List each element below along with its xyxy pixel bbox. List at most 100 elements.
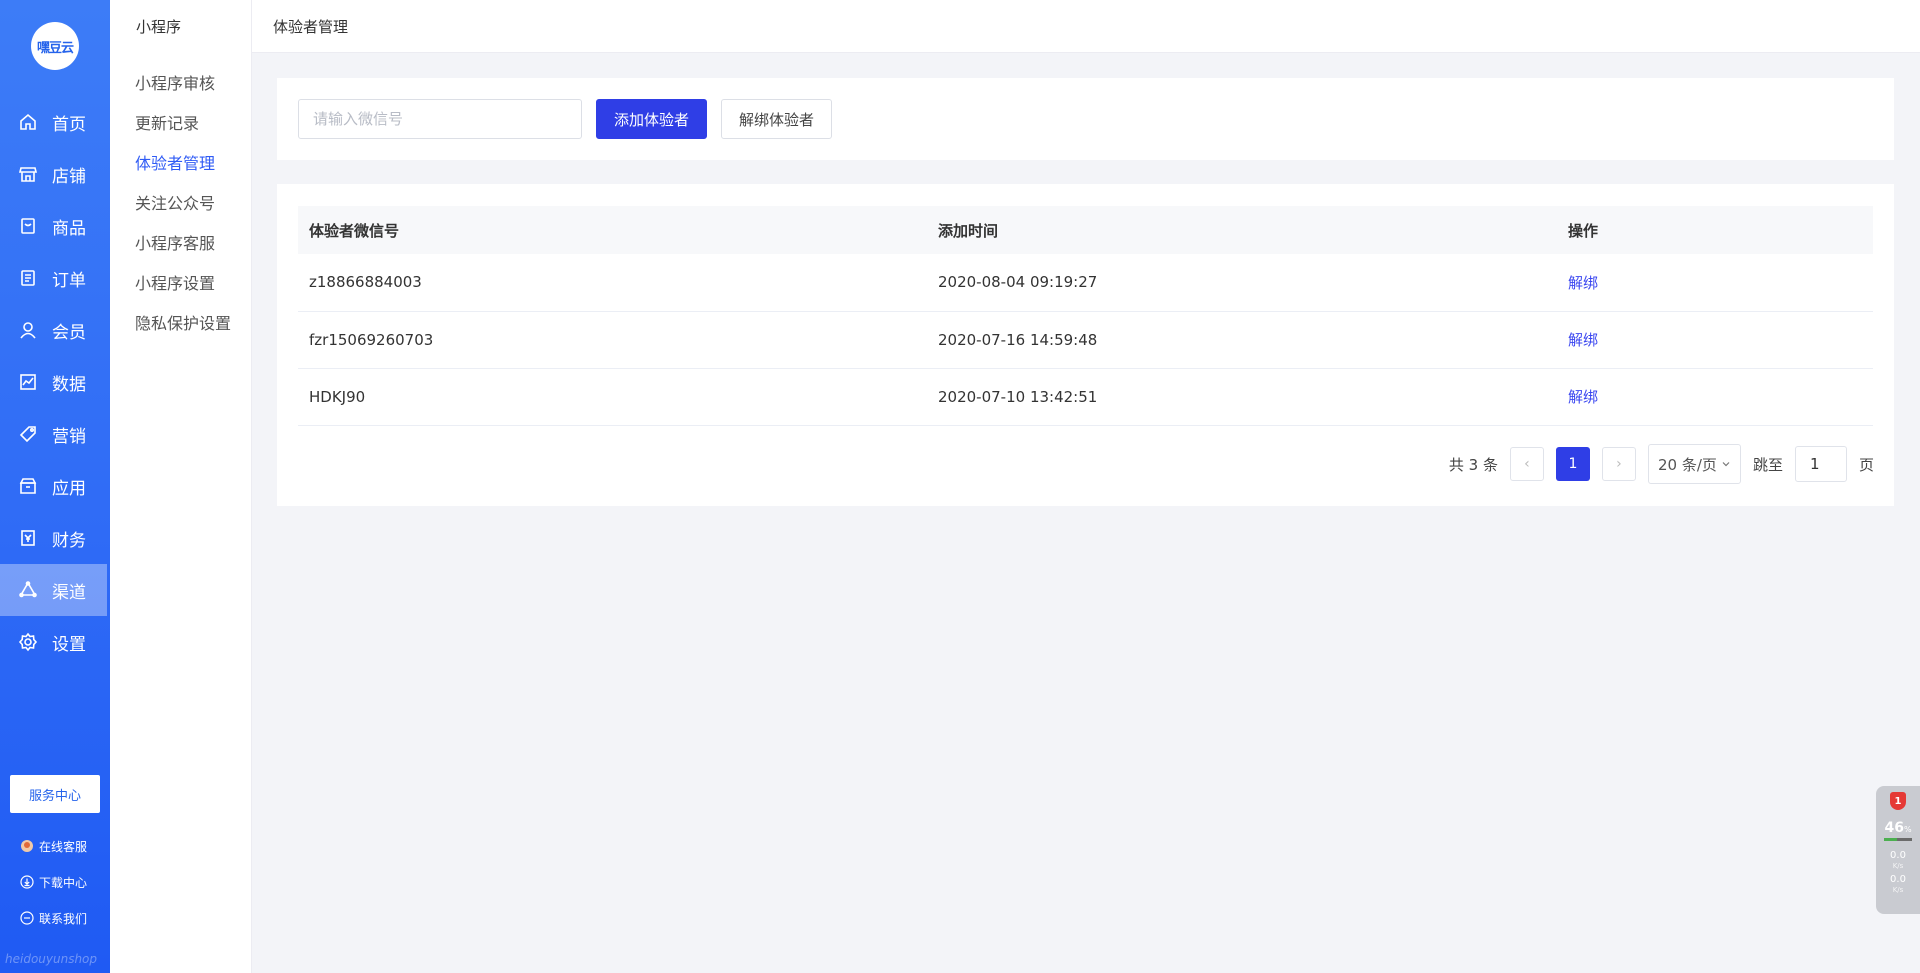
contact-us-link[interactable]: 联系我们 bbox=[20, 900, 87, 936]
table-row: fzr15069260703 2020-07-16 14:59:48 解绑 bbox=[298, 311, 1873, 369]
chevron-right-icon: › bbox=[1616, 456, 1622, 472]
subnav-item-review[interactable]: 小程序审核 bbox=[110, 62, 251, 102]
customer-service-icon bbox=[21, 840, 33, 852]
nav-item-order[interactable]: 订单 bbox=[0, 252, 110, 304]
unbind-link[interactable]: 解绑 bbox=[1568, 388, 1598, 406]
add-tester-button[interactable]: 添加体验者 bbox=[596, 99, 708, 139]
table-row: z18866884003 2020-08-04 09:19:27 解绑 bbox=[298, 254, 1873, 312]
nav-item-label: 渠道 bbox=[52, 582, 86, 603]
sub-sidebar: 小程序 小程序审核 更新记录 体验者管理 关注公众号 小程序客服 小程序设置 隐… bbox=[110, 0, 252, 973]
page-suffix: 页 bbox=[1858, 455, 1874, 474]
nav-item-apps[interactable]: 应用 bbox=[0, 460, 110, 512]
upload-rate-unit: K/s bbox=[1892, 862, 1904, 870]
page-number-current[interactable]: 1 bbox=[1555, 447, 1590, 481]
page-title: 体验者管理 bbox=[273, 17, 349, 36]
download-center-label: 下载中心 bbox=[39, 875, 88, 890]
sidebar-bottom-links: 在线客服 下载中心 联系我们 bbox=[20, 828, 87, 936]
prev-page-button[interactable]: ‹ bbox=[1509, 447, 1544, 481]
gear-icon bbox=[18, 632, 38, 652]
cell-time: 2020-07-10 13:42:51 bbox=[927, 368, 1557, 426]
cell-action: 解绑 bbox=[1557, 254, 1873, 312]
download-icon bbox=[20, 875, 34, 889]
channel-icon bbox=[19, 581, 37, 598]
nav-item-label: 店铺 bbox=[52, 166, 86, 187]
contact-icon bbox=[20, 911, 34, 925]
nav-item-settings[interactable]: 设置 bbox=[0, 616, 110, 668]
nav-item-store[interactable]: 店铺 bbox=[0, 148, 110, 200]
nav-item-data[interactable]: 数据 bbox=[0, 356, 110, 408]
memory-usage-fill bbox=[1884, 838, 1897, 841]
subnav-title: 小程序 bbox=[136, 17, 182, 36]
product-icon bbox=[21, 218, 35, 234]
unbind-tester-button[interactable]: 解绑体验者 bbox=[721, 99, 833, 139]
upload-rate-value: 0.0 bbox=[1890, 850, 1906, 861]
subnav-item-settings[interactable]: 小程序设置 bbox=[110, 262, 251, 302]
wechat-id-input[interactable] bbox=[298, 99, 582, 139]
toolbar-card: 添加体验者 解绑体验者 bbox=[277, 78, 1894, 160]
unbind-link[interactable]: 解绑 bbox=[1568, 274, 1598, 292]
nav-item-label: 营销 bbox=[52, 426, 86, 447]
page-size-select[interactable]: 20 条/页 bbox=[1647, 444, 1741, 484]
nav-item-marketing[interactable]: 营销 bbox=[0, 408, 110, 460]
chevron-down-icon bbox=[1722, 462, 1730, 467]
jump-page-input[interactable] bbox=[1794, 446, 1847, 482]
subnav-list: 小程序审核 更新记录 体验者管理 关注公众号 小程序客服 小程序设置 隐私保护设… bbox=[110, 62, 251, 342]
subnav-item-follow-official-account[interactable]: 关注公众号 bbox=[110, 182, 251, 222]
subnav-item-update-log[interactable]: 更新记录 bbox=[110, 102, 251, 142]
download-rate-unit: K/s bbox=[1892, 886, 1904, 894]
nav-item-channel[interactable]: 渠道 bbox=[0, 564, 107, 616]
brand-logo[interactable]: 嘿豆云 bbox=[31, 22, 79, 70]
jump-label: 跳至 bbox=[1752, 455, 1783, 474]
store-icon bbox=[18, 167, 38, 182]
home-icon bbox=[20, 113, 36, 130]
next-page-button[interactable]: › bbox=[1601, 447, 1636, 481]
column-header-wechat: 体验者微信号 bbox=[298, 206, 927, 254]
system-monitor-widget[interactable]: 1 46% 0.0 K/s 0.0 K/s bbox=[1876, 786, 1920, 914]
cell-action: 解绑 bbox=[1557, 368, 1873, 426]
cell-time: 2020-07-16 14:59:48 bbox=[927, 311, 1557, 369]
security-shield-icon: 1 bbox=[1890, 792, 1906, 810]
contact-us-label: 联系我们 bbox=[39, 911, 88, 926]
column-header-action: 操作 bbox=[1557, 206, 1873, 254]
subnav-item-customer-service[interactable]: 小程序客服 bbox=[110, 222, 251, 262]
online-service-label: 在线客服 bbox=[39, 839, 88, 854]
nav-item-home[interactable]: 首页 bbox=[0, 96, 110, 148]
nav-item-label: 首页 bbox=[52, 114, 86, 135]
unbind-link[interactable]: 解绑 bbox=[1568, 331, 1598, 349]
app-box-icon bbox=[19, 478, 37, 494]
memory-usage-bar bbox=[1884, 838, 1912, 841]
main-sidebar: 嘿豆云 首页 店铺 商品 订单 会员 数据 营销 应用 财务 渠道 设置 服务中… bbox=[0, 0, 110, 973]
cell-wechat: HDKJ90 bbox=[298, 368, 927, 426]
cell-time: 2020-08-04 09:19:27 bbox=[927, 254, 1557, 312]
nav-item-finance[interactable]: 财务 bbox=[0, 512, 110, 564]
nav-item-label: 会员 bbox=[52, 322, 86, 343]
memory-percent-value: 46 bbox=[1884, 820, 1904, 836]
download-center-link[interactable]: 下载中心 bbox=[20, 864, 87, 900]
online-service-link[interactable]: 在线客服 bbox=[20, 828, 87, 864]
nav-item-label: 应用 bbox=[52, 478, 86, 499]
tag-icon bbox=[19, 426, 36, 443]
upload-rate: 0.0 K/s bbox=[1890, 851, 1906, 871]
nav-item-label: 商品 bbox=[52, 218, 86, 239]
nav-item-product[interactable]: 商品 bbox=[0, 200, 110, 252]
finance-icon bbox=[21, 530, 35, 546]
service-center-button[interactable]: 服务中心 bbox=[10, 775, 100, 813]
tester-table-card: 体验者微信号 添加时间 操作 z18866884003 2020-08-04 0… bbox=[277, 184, 1894, 506]
column-header-time: 添加时间 bbox=[927, 206, 1557, 254]
memory-percent-unit: % bbox=[1903, 825, 1912, 834]
order-icon bbox=[21, 270, 35, 286]
subnav-item-privacy-settings[interactable]: 隐私保护设置 bbox=[110, 302, 251, 342]
nav-item-label: 订单 bbox=[52, 270, 86, 291]
subnav-item-tester-management[interactable]: 体验者管理 bbox=[110, 142, 251, 182]
main-nav: 首页 店铺 商品 订单 会员 数据 营销 应用 财务 渠道 设置 bbox=[0, 96, 110, 668]
chevron-left-icon: ‹ bbox=[1524, 456, 1530, 472]
page-size-value: 20 条/页 bbox=[1658, 455, 1717, 474]
page-header: 体验者管理 bbox=[252, 0, 1920, 53]
table-row: HDKJ90 2020-07-10 13:42:51 解绑 bbox=[298, 368, 1873, 426]
cell-wechat: z18866884003 bbox=[298, 254, 927, 312]
nav-item-member[interactable]: 会员 bbox=[0, 304, 110, 356]
tester-table: 体验者微信号 添加时间 操作 z18866884003 2020-08-04 0… bbox=[298, 206, 1873, 426]
chart-icon bbox=[20, 374, 36, 390]
table-header-row: 体验者微信号 添加时间 操作 bbox=[298, 206, 1873, 254]
memory-percent: 46% bbox=[1884, 820, 1911, 836]
